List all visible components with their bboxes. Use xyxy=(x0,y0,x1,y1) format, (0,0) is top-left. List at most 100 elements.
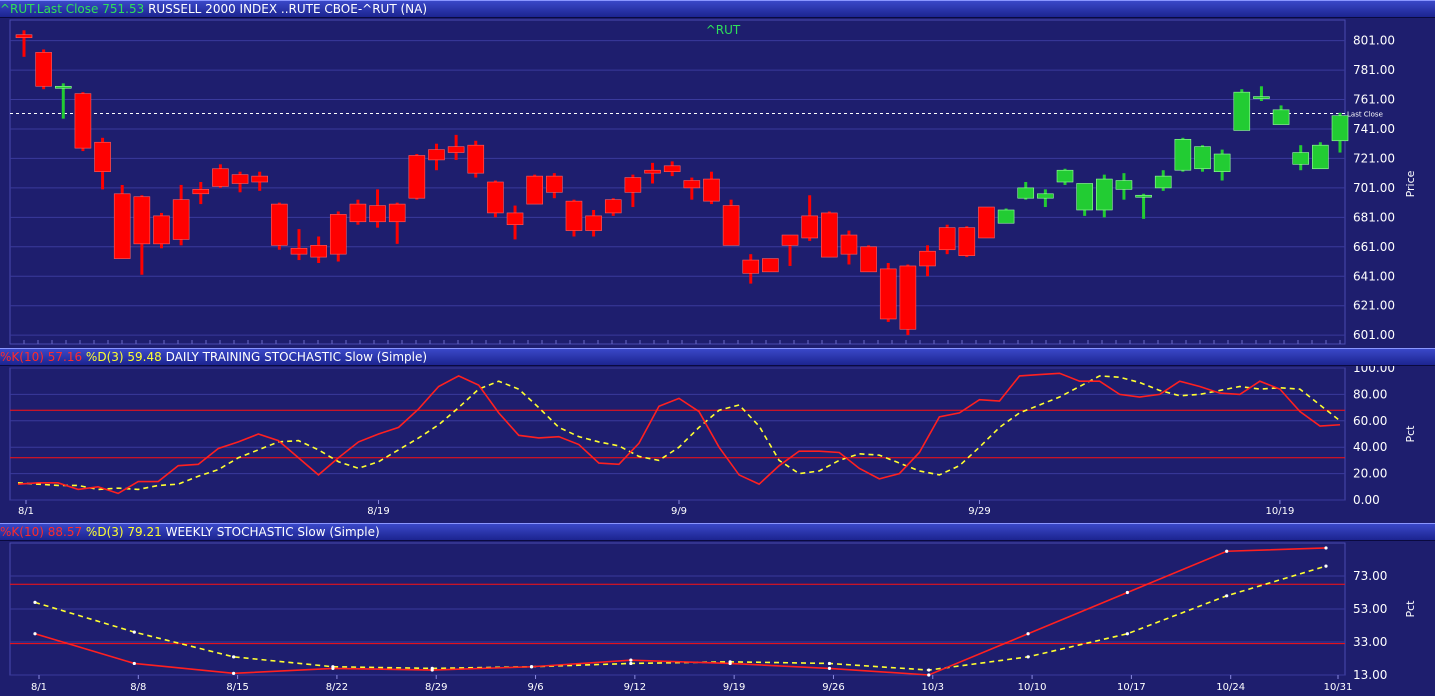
candle-body xyxy=(526,175,543,205)
candle-body xyxy=(919,250,936,267)
candle-body xyxy=(1331,115,1349,142)
candle-body xyxy=(742,259,760,274)
candle-body xyxy=(1312,144,1329,170)
candle-body xyxy=(565,200,583,231)
candle-body xyxy=(1095,178,1113,211)
daily-d-series-line xyxy=(17,375,1341,491)
candle-body xyxy=(506,212,524,226)
candle-body xyxy=(1233,91,1251,131)
daily-tick-label: 20.00 xyxy=(1353,467,1387,481)
price-tick-label: 761.00 xyxy=(1353,93,1395,107)
weekly-d-point xyxy=(529,665,534,669)
weekly-k-point xyxy=(1026,632,1030,636)
candle-body xyxy=(487,181,504,214)
candle-body xyxy=(388,203,406,223)
weekly-tick-label: 33.00 xyxy=(1353,635,1387,649)
weekly-k-point xyxy=(629,658,633,662)
weekly-k-point xyxy=(132,661,136,666)
candle-body xyxy=(271,203,288,246)
weekly-k-value: 88.57 xyxy=(47,525,83,539)
price-tick-label: 621.00 xyxy=(1353,299,1395,313)
candle-body xyxy=(899,265,917,330)
price-tick-label: 741.00 xyxy=(1353,122,1395,136)
daily-x-tick-label: 8/1 xyxy=(18,506,34,517)
plot-frame xyxy=(9,367,1346,501)
price-chart[interactable]: 801.00 781.00 761.00 741.00 721.00 701.00 681.… xyxy=(0,18,1435,346)
price-tick-label: 781.00 xyxy=(1353,63,1395,77)
candle-body xyxy=(938,227,956,251)
weekly-x-tick-label: 8/8 xyxy=(130,682,146,693)
weekly-tick-label: 13.00 xyxy=(1353,668,1387,682)
price-axis-title: Price xyxy=(1404,170,1417,197)
weekly-d-point xyxy=(1324,564,1328,568)
weekly-k-point xyxy=(33,632,37,636)
weekly-x-tick-label: 9/6 xyxy=(527,682,543,693)
price-value: 751.53 xyxy=(102,2,145,16)
weekly-k-point xyxy=(1125,590,1129,595)
weekly-d-point xyxy=(827,661,832,666)
weekly-d-label: %D(3) xyxy=(85,525,124,539)
candle-body xyxy=(781,234,799,246)
candle-body xyxy=(546,175,563,193)
candle-body xyxy=(879,268,897,320)
candle-body xyxy=(310,245,327,258)
candle-body xyxy=(35,52,52,87)
daily-title: DAILY TRAINING STOCHASTIC Slow (Simple) xyxy=(165,350,428,364)
weekly-x-tick-label: 8/29 xyxy=(425,682,447,693)
weekly-stochastic-chart[interactable]: 73.00 53.00 33.00 13.00 Pct 8/1 8/8 8/15 8/22 8/2… xyxy=(0,541,1435,696)
weekly-d-point xyxy=(331,665,335,669)
daily-x-tick-label: 9/29 xyxy=(968,506,990,517)
price-tick-label: 601.00 xyxy=(1353,328,1395,342)
daily-stochastic-chart[interactable]: 100.00 80.00 60.00 40.00 20.00 0.00 Pct 8/1 8/19… xyxy=(0,366,1435,522)
weekly-d-point xyxy=(430,666,434,670)
weekly-d-value: 79.21 xyxy=(127,525,162,539)
weekly-d-point xyxy=(927,668,931,672)
candle-body xyxy=(762,258,779,273)
candle-body xyxy=(290,247,308,255)
weekly-axis-title: Pct xyxy=(1404,600,1417,618)
candle-body xyxy=(231,174,249,184)
weekly-title: WEEKLY STOCHASTIC Slow (Simple) xyxy=(165,525,380,539)
candle-body xyxy=(860,246,877,273)
weekly-x-tick-label: 8/22 xyxy=(326,682,348,693)
weekly-d-series-line xyxy=(34,565,1327,671)
weekly-d-point xyxy=(132,630,136,634)
weekly-x-tick-label: 10/10 xyxy=(1018,682,1047,693)
candle-body xyxy=(329,214,347,255)
daily-k-series-line xyxy=(17,372,1341,495)
candle-body xyxy=(1135,194,1152,198)
daily-axis-title: Pct xyxy=(1404,425,1417,443)
daily-panel-header: %K(10) 57.16 %D(3) 59.48 DAILY TRAINING … xyxy=(0,348,1435,366)
candle-body xyxy=(428,149,445,161)
weekly-d-point xyxy=(1225,594,1229,598)
candle-body xyxy=(585,215,602,231)
weekly-k-point xyxy=(927,673,931,677)
daily-tick-label: 40.00 xyxy=(1353,440,1387,454)
candle-body xyxy=(624,177,642,193)
candle-body xyxy=(683,180,701,189)
candle-body xyxy=(467,144,485,174)
price-tick-label: 661.00 xyxy=(1353,240,1395,254)
daily-x-tick-label: 9/9 xyxy=(671,506,687,517)
candle-body xyxy=(604,199,622,214)
price-prefix: ^RUT.Last Close xyxy=(0,2,99,16)
candle-body xyxy=(369,205,386,223)
daily-x-tick-label: 10/19 xyxy=(1265,506,1294,517)
price-title: RUSSELL 2000 INDEX ..RUTE CBOE-^RUT (NA) xyxy=(148,2,428,16)
candle-body xyxy=(1076,183,1093,211)
candle-body xyxy=(644,169,661,174)
candle-body xyxy=(1056,169,1074,183)
candle-body xyxy=(94,141,111,172)
candle-body xyxy=(958,227,976,256)
weekly-k-point xyxy=(1225,549,1229,553)
weekly-x-tick-label: 8/1 xyxy=(31,682,47,693)
weekly-d-point xyxy=(728,660,732,664)
candle-body xyxy=(1213,153,1231,172)
daily-d-value: 59.48 xyxy=(127,350,162,364)
candle-body xyxy=(192,189,210,195)
candle-body xyxy=(1115,180,1133,190)
weekly-d-point xyxy=(629,661,633,666)
candle-body xyxy=(663,165,681,172)
last-close-label: Last Close xyxy=(1347,110,1383,118)
weekly-x-tick-label: 9/26 xyxy=(822,682,844,693)
